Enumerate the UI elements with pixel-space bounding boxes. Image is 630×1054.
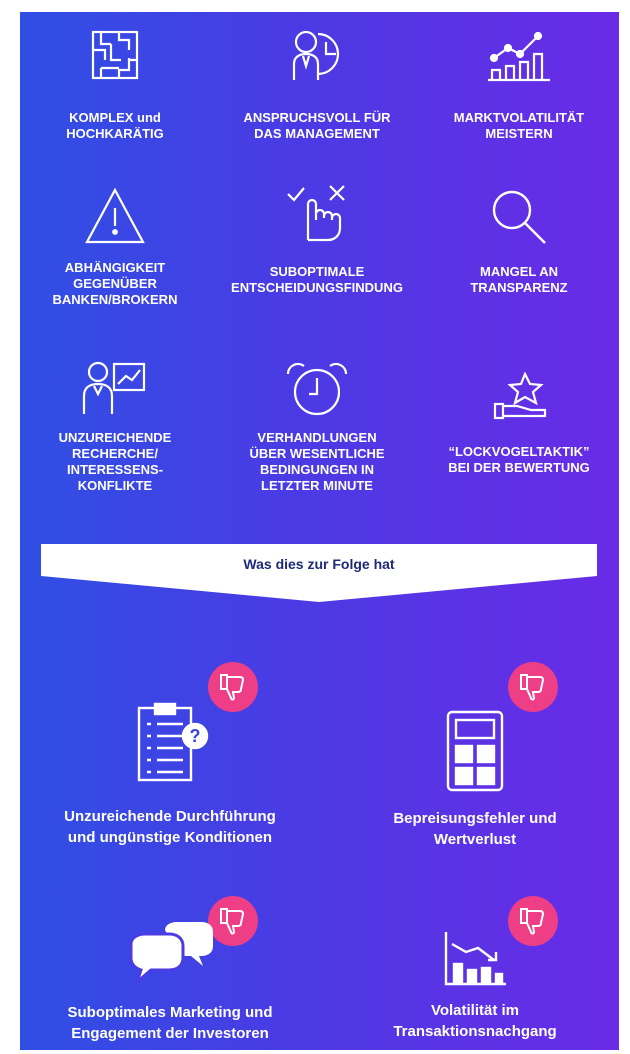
consequence-label: Volatilität im Transaktionsnachgang (393, 1002, 557, 1040)
problem-volatility: MARKTVOLATILITÄT MEISTERN (424, 28, 614, 142)
calculator-icon (446, 710, 504, 792)
problem-label: ABHÄNGIGKEIT GEGENÜBER BANKEN/BROKERN (52, 260, 178, 307)
problem-label: UNZUREICHENDE RECHERCHE/INTERESSENS- KONFL… (58, 430, 172, 493)
consequence-pricing: Bepreisungsfehler und Wertverlust (330, 710, 619, 850)
problem-label: SUBOPTIMALE ENTSCHEIDUNGSFINDUNG (231, 264, 403, 295)
thumbs-down-icon (220, 674, 245, 701)
thumbs-down-icon (520, 674, 545, 701)
speech-bubbles-icon (129, 922, 213, 986)
problem-label: ANSPRUCHSVOLL FÜR DAS MANAGEMENT (243, 110, 391, 141)
warning-icon (85, 187, 145, 244)
problem-label: VERHANDLUNGEN ÜBER WESENTLICHE BEDINGUNGEN… (249, 430, 385, 493)
infographic-panel: KOMPLEX und HOCHKARÄTIG ANSPRUCHSVOLL FÜR… (20, 12, 619, 1050)
consequence-marketing: Suboptimales Marketing und Engagement der… (25, 922, 315, 1044)
problem-decisions: SUBOPTIMALE ENTSCHEIDUNGSFINDUNG (222, 180, 412, 296)
declining-chart-icon (444, 932, 506, 986)
banner-title: Was dies zur Folge hat (243, 556, 395, 572)
maze-icon (91, 30, 139, 80)
consequence-banner: Was dies zur Folge hat (41, 544, 597, 602)
market-chart-icon (488, 31, 550, 82)
alarm-clock-icon (286, 362, 348, 416)
consequence-label: Suboptimales Marketing und Engagement der… (67, 1004, 273, 1042)
problem-dependency: ABHÄNGIGKEIT GEGENÜBER BANKEN/BROKERN (20, 186, 210, 308)
thumbs-down-badge (508, 662, 558, 712)
presenter-icon (82, 361, 146, 414)
consequence-volatility: Volatilität im Transaktionsnachgang (330, 930, 619, 1042)
magnifier-icon (492, 190, 546, 244)
problem-research: UNZUREICHENDE RECHERCHE/INTERESSENS- KONFL… (20, 360, 210, 494)
problem-last-minute: VERHANDLUNGEN ÜBER WESENTLICHE BEDINGUNGEN… (222, 360, 412, 494)
star-hand-icon (493, 372, 547, 420)
svg-text:?: ? (190, 726, 201, 746)
consequence-label: Unzureichende Durchführung und ungünstige… (64, 808, 276, 846)
problem-label: MARKTVOLATILITÄT MEISTERN (453, 110, 585, 141)
decision-hand-icon (287, 185, 345, 242)
problem-bait-tactic: “LOCKVOGELTAKTIK” BEI DER BEWERTUNG (424, 372, 614, 476)
problem-label: MANGEL AN TRANSPARENZ (470, 264, 568, 295)
problem-label: “LOCKVOGELTAKTIK” BEI DER BEWERTUNG (448, 444, 590, 475)
consequence-label: Bepreisungsfehler und Wertverlust (393, 810, 557, 848)
manager-clock-icon (292, 30, 340, 80)
problem-management: ANSPRUCHSVOLL FÜR DAS MANAGEMENT (222, 28, 412, 142)
problem-transparency: MANGEL AN TRANSPARENZ (424, 188, 614, 296)
problem-label: KOMPLEX und HOCHKARÄTIG (66, 110, 164, 141)
problem-complex: KOMPLEX und HOCHKARÄTIG (20, 28, 210, 142)
consequence-execution: ? Unzureichende Durchführung und ungünsti… (25, 700, 315, 848)
clipboard-question-icon: ? (137, 702, 209, 782)
